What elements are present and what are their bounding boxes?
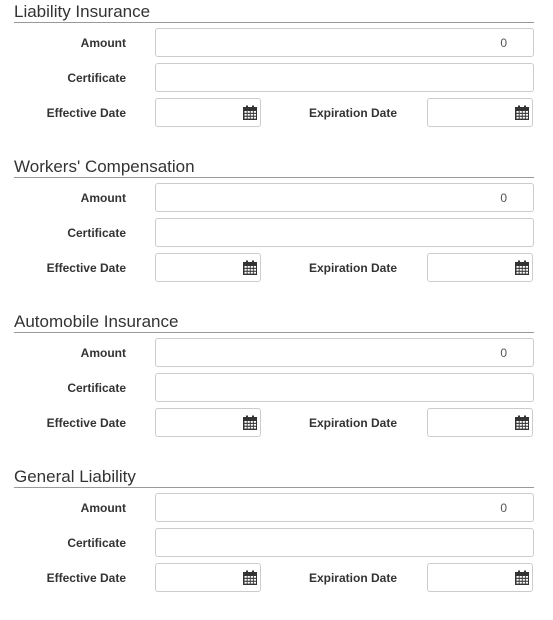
- amount-label: Amount: [80, 36, 126, 50]
- effective-date-label: Effective Date: [46, 571, 126, 585]
- certificate-label: Certificate: [67, 226, 126, 240]
- general-liability-expiration-date-input[interactable]: [427, 563, 533, 592]
- section-title: Workers' Compensation: [14, 157, 195, 176]
- effective-date-label: Effective Date: [46, 416, 126, 430]
- certificate-label: Certificate: [67, 536, 126, 550]
- workers-compensation-certificate-input[interactable]: [155, 218, 534, 247]
- section-title: General Liability: [14, 467, 136, 486]
- expiration-date-label: Expiration Date: [308, 261, 397, 275]
- workers-compensation-section: Workers' Compensation Amount 0 Certificate E…: [0, 155, 553, 310]
- expiration-date-label: Expiration Date: [308, 416, 397, 430]
- calendar-icon[interactable]: [242, 415, 258, 431]
- amount-label: Amount: [80, 501, 126, 515]
- section-divider: [14, 332, 534, 333]
- liability-insurance-section: Liability Insurance Amount 0 Certificate Eff…: [0, 0, 553, 155]
- automobile-insurance-effective-date-input[interactable]: [155, 408, 261, 437]
- calendar-icon[interactable]: [242, 570, 258, 586]
- section-title: Liability Insurance: [14, 2, 151, 21]
- general-liability-certificate-input[interactable]: [155, 528, 534, 557]
- general-liability-amount-input[interactable]: 0: [155, 493, 534, 522]
- liability-insurance-certificate-input[interactable]: [155, 63, 534, 92]
- amount-label: Amount: [80, 191, 126, 205]
- amount-label: Amount: [80, 346, 126, 360]
- section-divider: [14, 22, 534, 23]
- amount-value: 0: [500, 346, 507, 360]
- workers-compensation-amount-input[interactable]: 0: [155, 183, 534, 212]
- workers-compensation-expiration-date-input[interactable]: [427, 253, 533, 282]
- expiration-date-label: Expiration Date: [308, 106, 397, 120]
- section-divider: [14, 487, 534, 488]
- amount-value: 0: [500, 191, 507, 205]
- calendar-icon[interactable]: [514, 260, 530, 276]
- effective-date-label: Effective Date: [46, 106, 126, 120]
- general-liability-effective-date-input[interactable]: [155, 563, 261, 592]
- calendar-icon[interactable]: [242, 105, 258, 121]
- liability-insurance-amount-input[interactable]: 0: [155, 28, 534, 57]
- calendar-icon[interactable]: [514, 415, 530, 431]
- effective-date-label: Effective Date: [46, 261, 126, 275]
- liability-insurance-expiration-date-input[interactable]: [427, 98, 533, 127]
- calendar-icon[interactable]: [514, 105, 530, 121]
- certificate-label: Certificate: [67, 381, 126, 395]
- calendar-icon[interactable]: [242, 260, 258, 276]
- workers-compensation-effective-date-input[interactable]: [155, 253, 261, 282]
- calendar-icon[interactable]: [514, 570, 530, 586]
- section-title: Automobile Insurance: [14, 312, 179, 331]
- section-divider: [14, 177, 534, 178]
- expiration-date-label: Expiration Date: [308, 571, 397, 585]
- amount-value: 0: [500, 501, 507, 515]
- amount-value: 0: [500, 36, 507, 50]
- automobile-insurance-section: Automobile Insurance Amount 0 Certificate Ef…: [0, 310, 553, 465]
- certificate-label: Certificate: [67, 71, 126, 85]
- automobile-insurance-expiration-date-input[interactable]: [427, 408, 533, 437]
- automobile-insurance-certificate-input[interactable]: [155, 373, 534, 402]
- liability-insurance-effective-date-input[interactable]: [155, 98, 261, 127]
- general-liability-section: General Liability Amount 0 Certificate Effec…: [0, 465, 553, 620]
- automobile-insurance-amount-input[interactable]: 0: [155, 338, 534, 367]
